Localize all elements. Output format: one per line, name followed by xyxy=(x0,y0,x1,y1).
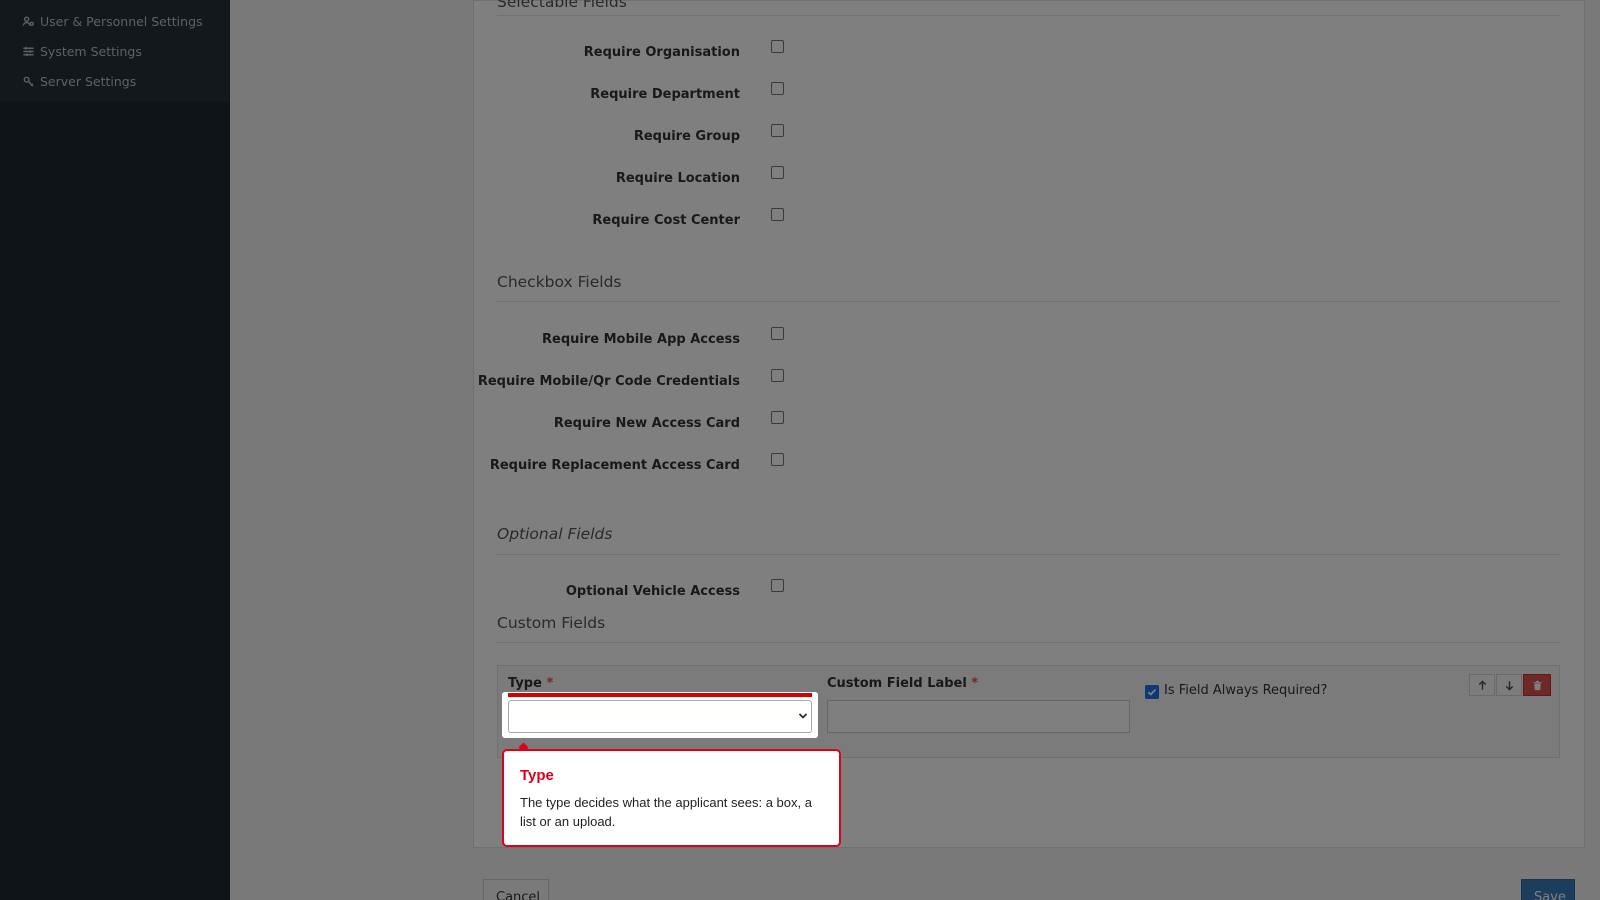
tour-highlight-bar xyxy=(508,693,812,697)
tour-tooltip: Type The type decides what the applicant… xyxy=(502,749,841,847)
chevron-down-icon xyxy=(798,713,808,719)
type-select[interactable] xyxy=(508,700,812,733)
tooltip-text: The type decides what the applicant sees… xyxy=(520,795,812,829)
tooltip-title: Type xyxy=(520,767,554,784)
